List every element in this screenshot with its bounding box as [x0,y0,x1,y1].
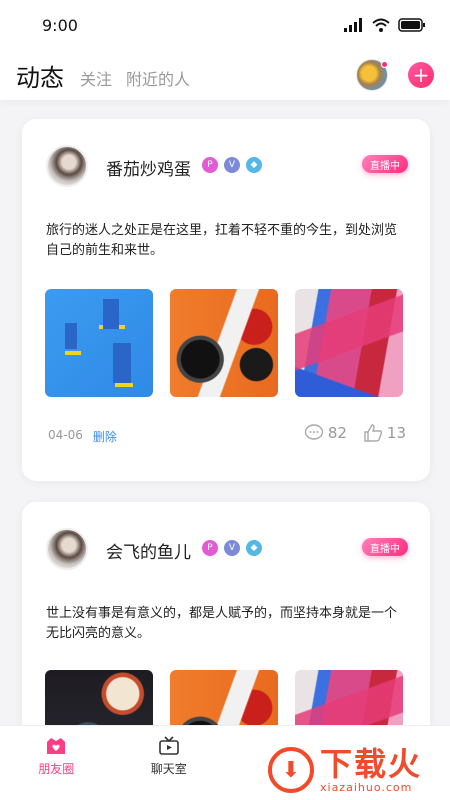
add-post-button[interactable]: + [408,62,434,88]
notification-dot [381,61,388,68]
user-name[interactable]: 会飞的鱼儿 [106,538,191,563]
comment-button[interactable]: 82 [304,424,347,442]
status-bar: 9:00 [0,0,450,50]
level-badge-icon: P [202,157,218,173]
post-card[interactable]: 番茄炒鸡蛋 P V ◆ 直播中 旅行的迷人之处正是在这里，扛着不轻不重的今生，到… [22,119,430,481]
tab-dynamics[interactable]: 动态 [16,58,64,93]
post-image[interactable] [170,289,278,397]
watermark-title: 下载火 [320,744,423,783]
my-avatar[interactable] [356,59,388,91]
post-image[interactable] [170,670,278,725]
watermark: ⬇ 下载火 xiazaihuo.com [268,740,450,800]
tab-chatroom[interactable]: 聊天室 [129,736,209,777]
comment-count: 82 [327,424,347,442]
post-image[interactable] [295,670,403,725]
watermark-url: xiazaihuo.com [320,780,413,794]
tab-nearby[interactable]: 附近的人 [126,66,190,90]
vip-badge-icon: V [224,540,240,556]
user-badges: P V ◆ [202,540,262,556]
live-badge[interactable]: 直播中 [362,538,408,556]
tab-chatroom-label: 聊天室 [150,762,187,776]
like-count: 13 [386,424,406,442]
post-image[interactable] [45,670,153,725]
tv-icon [158,736,179,755]
status-time: 9:00 [42,15,78,35]
post-images [45,289,403,397]
diamond-badge-icon: ◆ [246,157,262,173]
header-actions: + [356,59,434,91]
like-button[interactable]: 13 [363,424,406,442]
status-icons [344,18,426,32]
post-card[interactable]: 会飞的鱼儿 P V ◆ 直播中 世上没有事是有意义的，都是人赋予的，而坚持本身就… [22,502,430,725]
download-logo-icon: ⬇ [268,747,314,793]
user-avatar[interactable] [46,528,88,570]
battery-icon [398,18,425,32]
user-avatar[interactable] [46,145,88,187]
post-image[interactable] [45,289,153,397]
diamond-badge-icon: ◆ [246,540,262,556]
post-text: 世上没有事是有意义的，都是人赋予的，而坚持本身就是一个无比闪亮的意义。 [46,606,398,641]
header: 动态 关注 附近的人 + [0,50,450,100]
live-badge[interactable]: 直播中 [362,155,408,173]
tab-moments-label: 朋友圈 [38,762,75,776]
post-image[interactable] [295,289,403,397]
moments-icon [47,738,66,754]
tab-moments[interactable]: 朋友圈 [16,736,96,777]
post-text: 旅行的迷人之处正是在这里，扛着不轻不重的今生，到处浏览自己的前生和来世。 [46,223,398,258]
thumbs-up-icon [364,424,382,442]
plus-icon: + [412,63,430,87]
post-images [45,670,403,725]
comment-icon [304,424,324,440]
level-badge-icon: P [202,540,218,556]
post-stats: 82 13 [304,424,406,442]
signal-icon [344,18,362,32]
post-meta: 04-06 删除 [48,428,117,445]
post-date: 04-06 [48,428,83,442]
user-name[interactable]: 番茄炒鸡蛋 [106,155,191,180]
tab-following[interactable]: 关注 [80,66,112,90]
user-badges: P V ◆ [202,157,262,173]
feed[interactable]: 番茄炒鸡蛋 P V ◆ 直播中 旅行的迷人之处正是在这里，扛着不轻不重的今生，到… [0,100,450,725]
wifi-icon [372,18,390,32]
delete-link[interactable]: 删除 [93,428,117,445]
vip-badge-icon: V [224,157,240,173]
